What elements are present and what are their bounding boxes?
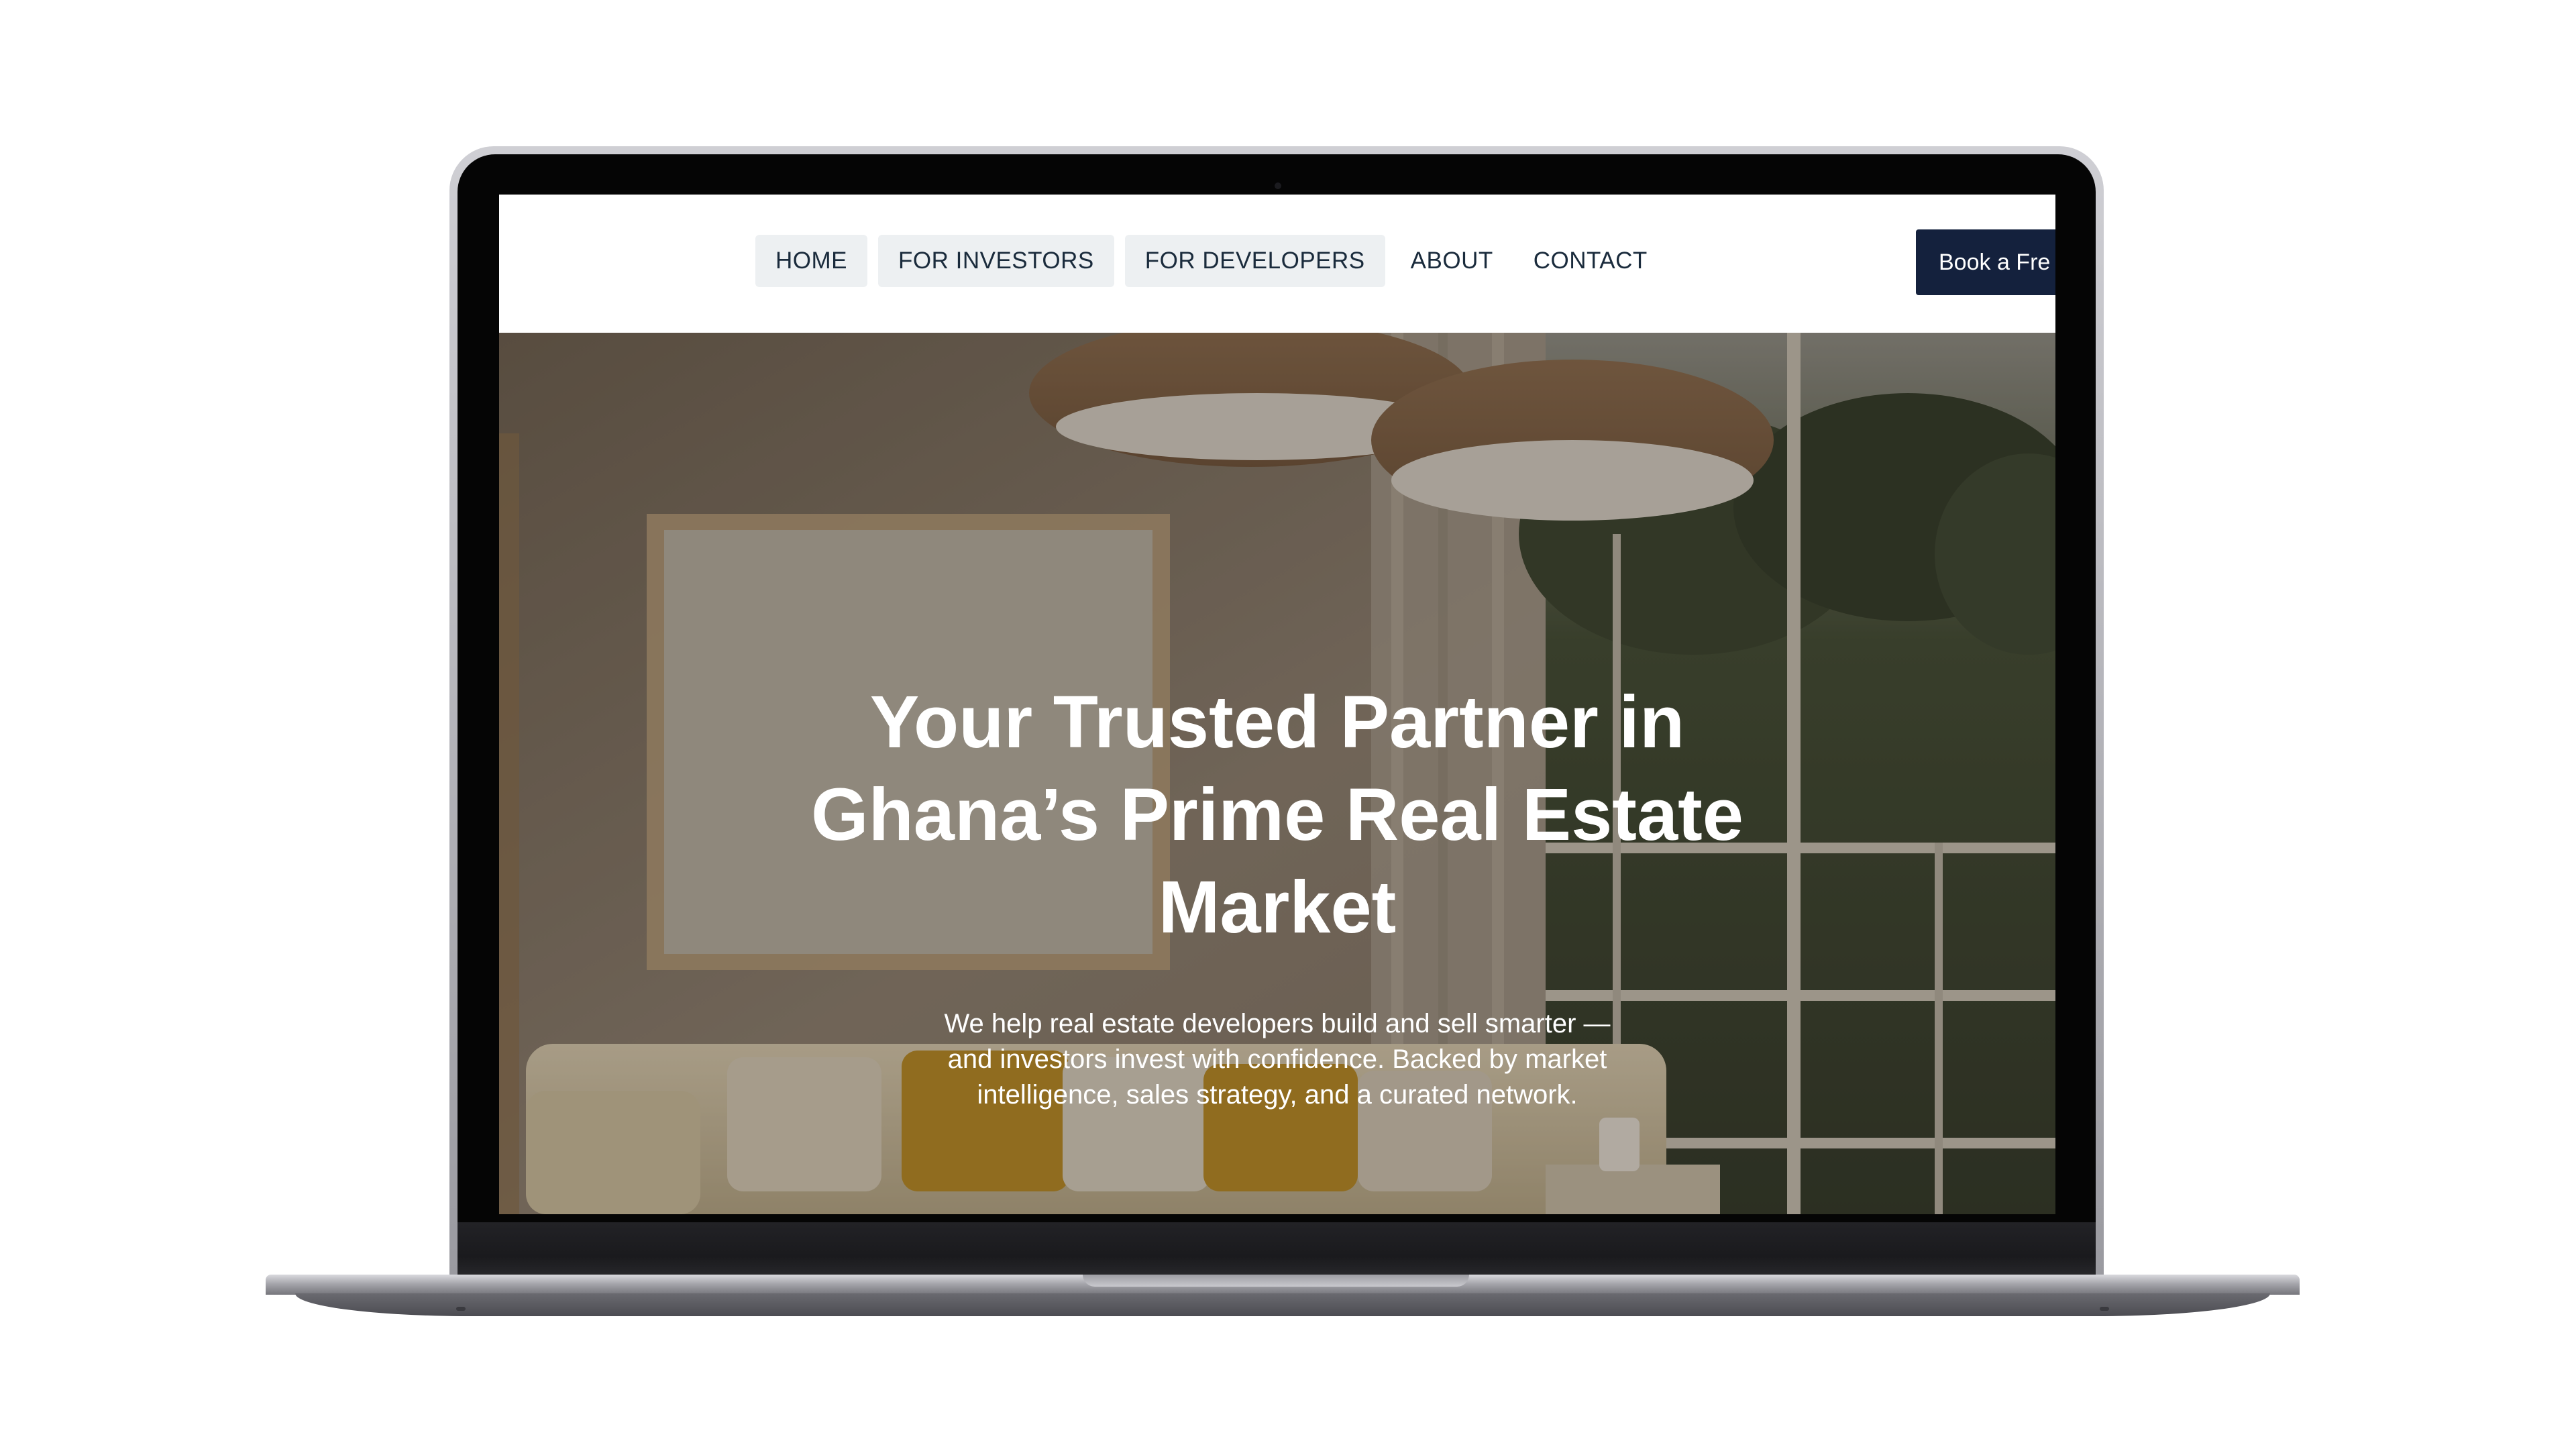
laptop-chin <box>458 1222 2096 1280</box>
site-header: HOME FOR INVESTORS FOR DEVELOPERS ABOUT … <box>499 195 2055 333</box>
hero-title: Your Trusted Partner in Ghana’s Prime Re… <box>674 676 1881 954</box>
nav-for-developers[interactable]: FOR DEVELOPERS <box>1124 235 1385 287</box>
nav-home[interactable]: HOME <box>755 235 867 287</box>
camera-icon <box>1275 182 1281 189</box>
hero-subtitle: We help real estate developers build and… <box>875 1006 1680 1113</box>
device-mockup: HOME FOR INVESTORS FOR DEVELOPERS ABOUT … <box>0 0 2576 1449</box>
laptop-opening-notch <box>1083 1275 1469 1287</box>
main-nav: HOME FOR INVESTORS FOR DEVELOPERS ABOUT … <box>755 233 1662 288</box>
hero-section: Your Trusted Partner in Ghana’s Prime Re… <box>499 333 2055 1214</box>
laptop-screen: HOME FOR INVESTORS FOR DEVELOPERS ABOUT … <box>499 195 2055 1214</box>
hero-title-line: Market <box>1158 866 1397 949</box>
nav-about[interactable]: ABOUT <box>1396 235 1508 287</box>
hero-title-line: Your Trusted Partner in <box>869 681 1685 763</box>
laptop-foot <box>2100 1307 2109 1311</box>
nav-contact[interactable]: CONTACT <box>1519 235 1662 287</box>
laptop-base-underside <box>295 1293 2270 1316</box>
hero-subtitle-line: intelligence, sales strategy, and a cura… <box>977 1080 1578 1110</box>
hero-title-line: Ghana’s Prime Real Estate <box>811 773 1743 856</box>
book-consultation-button[interactable]: Book a Fre <box>1916 229 2055 295</box>
hero-subtitle-line: We help real estate developers build and… <box>944 1009 1611 1038</box>
laptop-foot <box>456 1307 466 1311</box>
nav-for-investors[interactable]: FOR INVESTORS <box>878 235 1114 287</box>
hero-subtitle-line: and investors invest with confidence. Ba… <box>947 1044 1607 1074</box>
